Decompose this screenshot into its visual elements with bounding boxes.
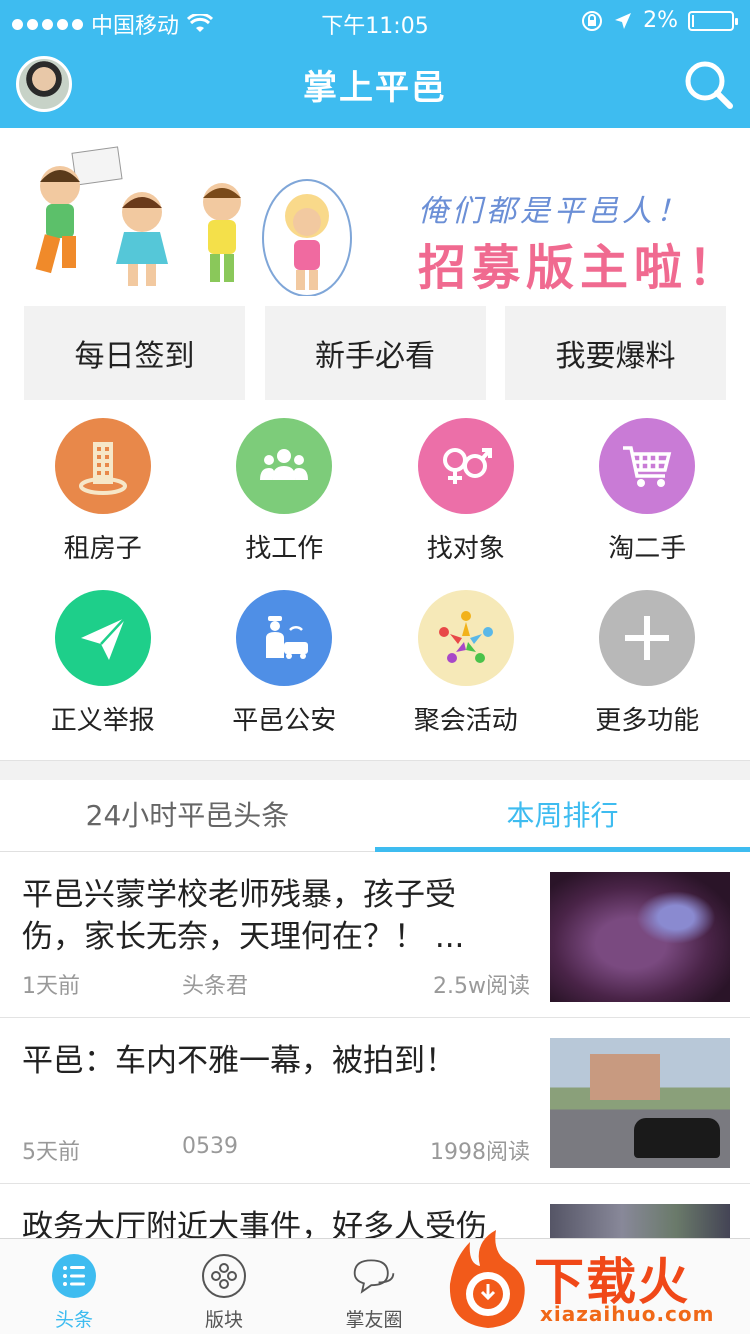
news-time: 1天前 xyxy=(22,974,80,999)
feature-label: 找对象 xyxy=(426,534,505,564)
watermark-url: xiazaihuo.com xyxy=(540,1302,715,1326)
section-divider xyxy=(0,760,750,780)
people-icon xyxy=(236,418,333,514)
feature-label: 找工作 xyxy=(245,534,324,564)
news-item[interactable]: 平邑：车内不雅一幕，被拍到！ 5天前 0539 1998阅读 xyxy=(0,1018,750,1184)
news-author: 头条君 xyxy=(182,974,249,999)
feature-find-partner[interactable]: 找对象 xyxy=(375,418,557,566)
police-icon xyxy=(236,590,333,686)
tabbar-label: 掌友圈 xyxy=(345,1309,403,1331)
battery-icon xyxy=(688,10,738,31)
news-reads: 2.5w阅读 xyxy=(433,974,530,999)
location-icon xyxy=(615,12,632,29)
feature-report[interactable]: 正义举报 xyxy=(12,590,194,738)
feature-grid: 租房子 找工作 找对象 淘二手 正义举报 平邑公安 聚会活动 更多功能 xyxy=(12,418,738,738)
cart-icon xyxy=(599,418,696,514)
news-thumbnail xyxy=(550,1038,730,1168)
quick-actions: 每日签到 新手必看 我要爆料 xyxy=(24,306,726,400)
app-title: 掌上平邑 xyxy=(303,68,447,108)
plus-icon xyxy=(599,590,696,686)
tabbar-label: 版块 xyxy=(204,1309,243,1331)
feature-label: 租房子 xyxy=(63,534,142,564)
paper-plane-icon xyxy=(54,590,151,686)
flame-logo-icon xyxy=(449,1230,525,1328)
news-time: 5天前 xyxy=(22,1140,80,1165)
site-watermark: 下载火 xiazaihuo.com xyxy=(440,1228,750,1334)
rotation-lock-icon xyxy=(582,10,603,31)
banner-line-1: 俺们都是平邑人！ xyxy=(418,194,690,229)
banner-line-2: 招募版主啦！ xyxy=(418,240,743,296)
recruit-banner[interactable]: 俺们都是平邑人！ 招募版主啦！ xyxy=(0,128,750,300)
tab-24h-headlines[interactable]: 24小时平邑头条 xyxy=(0,780,375,851)
news-item[interactable]: 平邑兴蒙学校老师残暴，孩子受伤，家长无奈，天理何在？！ ... 1天前 头条君 … xyxy=(0,852,750,1018)
gender-icon xyxy=(417,418,514,514)
feature-more[interactable]: 更多功能 xyxy=(557,590,739,738)
news-author: 0539 xyxy=(182,1134,238,1159)
tabbar-headlines[interactable]: 头条 xyxy=(14,1253,134,1332)
battery-percent: 2% xyxy=(643,8,678,33)
tabbar-label: 头条 xyxy=(54,1309,93,1331)
kids-illustration xyxy=(35,146,352,296)
feature-gathering[interactable]: 聚会活动 xyxy=(375,590,557,738)
feature-label: 淘二手 xyxy=(608,534,687,564)
feature-find-job[interactable]: 找工作 xyxy=(194,418,376,566)
daily-checkin-button[interactable]: 每日签到 xyxy=(24,306,245,400)
feature-police[interactable]: 平邑公安 xyxy=(194,590,376,738)
gathering-icon xyxy=(417,590,514,686)
newbie-guide-button[interactable]: 新手必看 xyxy=(264,306,486,400)
feature-label: 更多功能 xyxy=(595,706,700,736)
feature-label: 平邑公安 xyxy=(232,706,337,736)
feature-rent-house[interactable]: 租房子 xyxy=(12,418,194,566)
tab-weekly-ranking[interactable]: 本周排行 xyxy=(375,780,750,852)
news-tabs: 24小时平邑头条 本周排行 xyxy=(0,780,750,852)
feature-label: 聚会活动 xyxy=(413,706,518,736)
top-bar: 中国移动 下午11:05 2% 掌上平邑 xyxy=(0,0,750,128)
status-bar: 中国移动 下午11:05 2% xyxy=(0,0,750,40)
feature-label: 正义举报 xyxy=(50,706,155,736)
tabbar-sections[interactable]: 版块 xyxy=(164,1253,284,1332)
list-icon xyxy=(51,1253,97,1299)
tabbar-friends-circle[interactable]: 掌友圈 xyxy=(314,1253,434,1332)
building-icon xyxy=(54,418,151,514)
news-title: 平邑兴蒙学校老师残暴，孩子受伤，家长无奈，天理何在？！ ... xyxy=(22,877,465,955)
news-list: 平邑兴蒙学校老师残暴，孩子受伤，家长无奈，天理何在？！ ... 1天前 头条君 … xyxy=(0,852,750,1254)
news-title: 平邑：车内不雅一幕，被拍到！ xyxy=(22,1043,456,1079)
chat-bubbles-icon xyxy=(351,1253,397,1299)
search-icon[interactable] xyxy=(682,58,734,110)
submit-news-button[interactable]: 我要爆料 xyxy=(505,306,726,400)
news-reads: 1998阅读 xyxy=(430,1140,530,1165)
grid-circle-icon xyxy=(201,1253,247,1299)
feature-second-hand[interactable]: 淘二手 xyxy=(557,418,739,566)
news-thumbnail xyxy=(550,872,730,1002)
